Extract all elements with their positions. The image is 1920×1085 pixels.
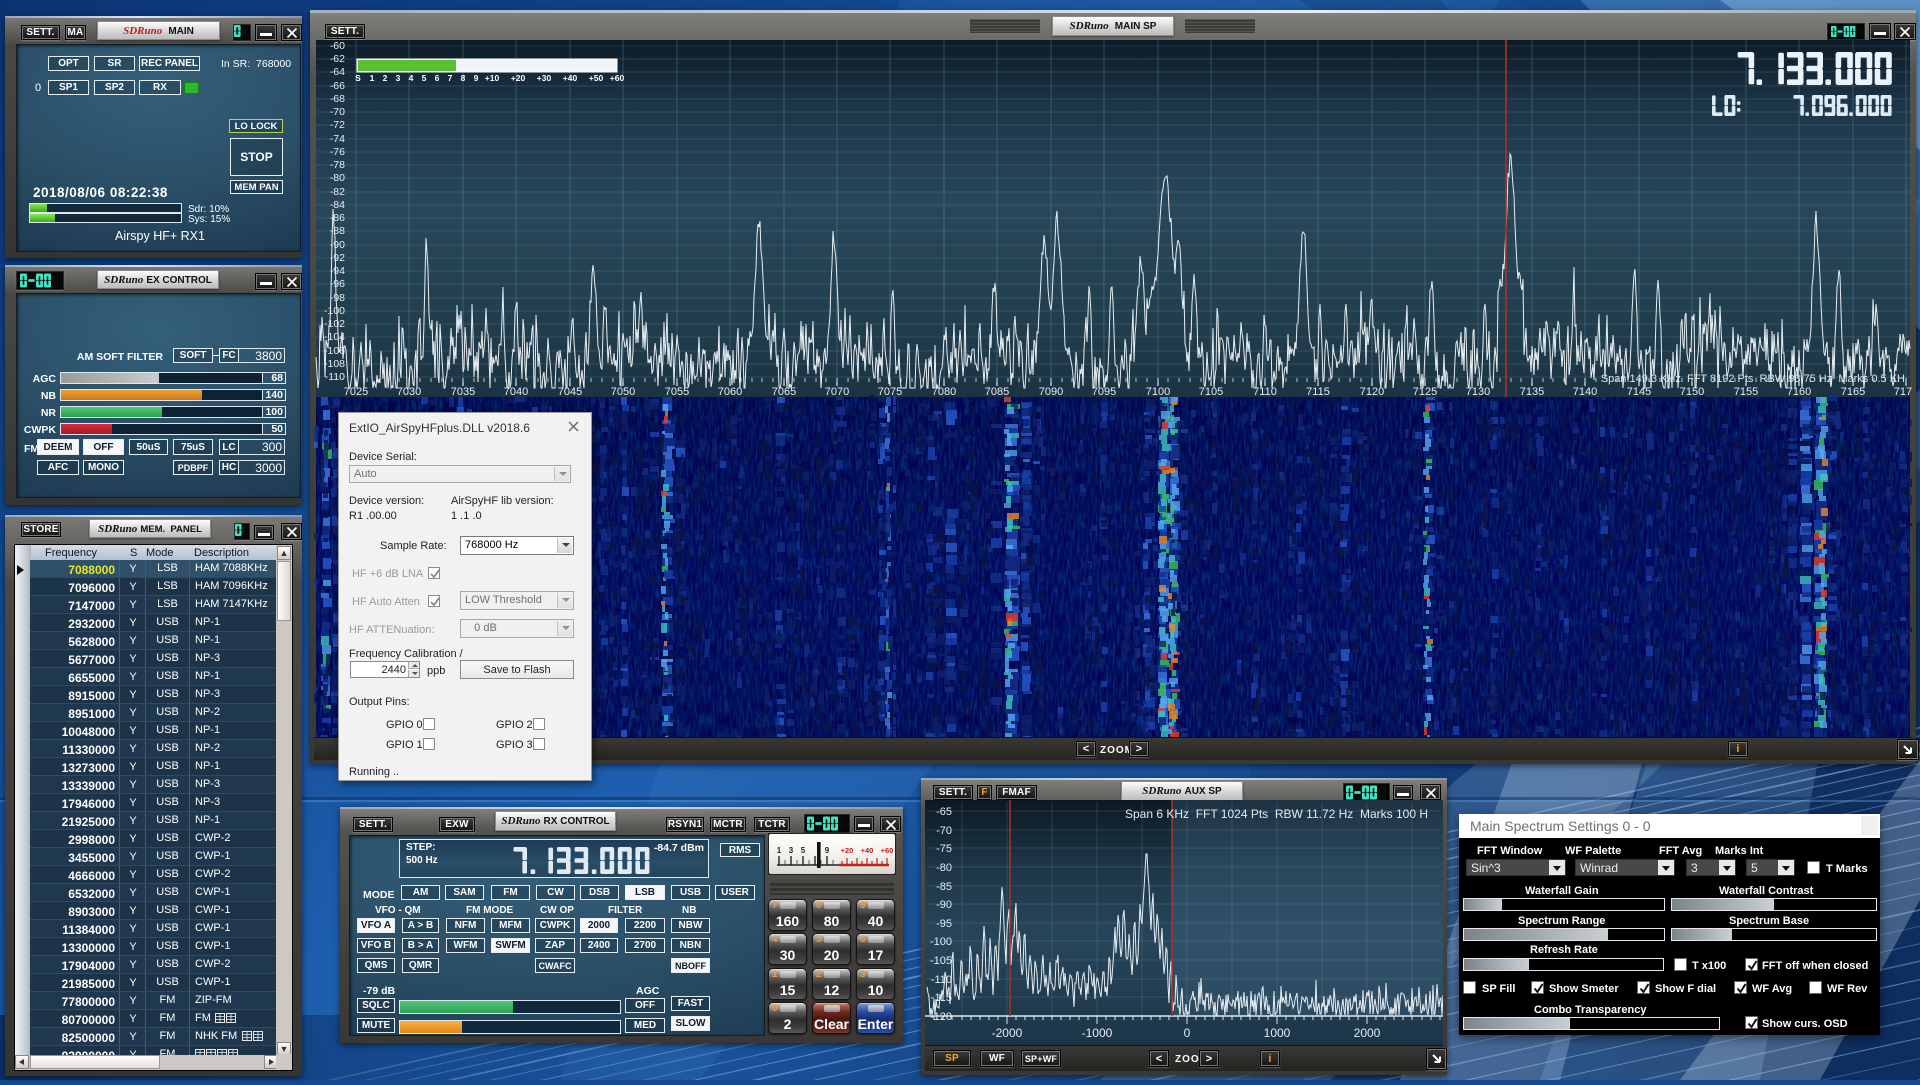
svg-text:-85: -85 bbox=[936, 881, 952, 893]
svg-text:-102: -102 bbox=[324, 318, 345, 330]
svg-text:-86: -86 bbox=[330, 212, 345, 224]
svg-text:-80: -80 bbox=[330, 172, 345, 184]
svg-text:7080: 7080 bbox=[932, 386, 956, 398]
svg-text:-68: -68 bbox=[330, 93, 345, 105]
svg-text:-105: -105 bbox=[930, 955, 952, 967]
svg-text:7065: 7065 bbox=[772, 386, 796, 398]
svg-text:+10: +10 bbox=[485, 73, 500, 83]
svg-text:-75: -75 bbox=[936, 843, 952, 855]
svg-text:1000: 1000 bbox=[1264, 1026, 1291, 1040]
svg-text:7135: 7135 bbox=[1520, 386, 1544, 398]
svg-text:5: 5 bbox=[422, 73, 427, 83]
svg-text:-60: -60 bbox=[330, 40, 345, 52]
svg-text:-80: -80 bbox=[936, 862, 952, 874]
svg-text:7035: 7035 bbox=[451, 386, 475, 398]
svg-text:Span 149.3 KHz FFT 8192 Pts: Span 149.3 KHz FFT 8192 Pts RBW 93.75 Hz… bbox=[1601, 373, 1905, 385]
svg-text:1: 1 bbox=[777, 846, 782, 855]
svg-text:7115: 7115 bbox=[1306, 386, 1330, 398]
svg-text:-64: -64 bbox=[330, 66, 345, 78]
svg-text:7145: 7145 bbox=[1627, 386, 1651, 398]
svg-text:-95: -95 bbox=[936, 918, 952, 930]
svg-text:+20: +20 bbox=[841, 846, 854, 855]
svg-text:-98: -98 bbox=[330, 292, 345, 304]
svg-text:5: 5 bbox=[801, 846, 806, 855]
svg-text:7105: 7105 bbox=[1199, 386, 1223, 398]
svg-text:-2000: -2000 bbox=[992, 1026, 1023, 1040]
svg-text:-82: -82 bbox=[330, 186, 345, 198]
svg-text:6: 6 bbox=[435, 73, 440, 83]
svg-text:7025: 7025 bbox=[344, 386, 368, 398]
svg-text:7140: 7140 bbox=[1573, 386, 1597, 398]
svg-text:9: 9 bbox=[825, 846, 830, 855]
svg-text:+30: +30 bbox=[537, 73, 552, 83]
svg-text:-92: -92 bbox=[330, 252, 345, 264]
svg-text:+40: +40 bbox=[563, 73, 578, 83]
svg-text:7155: 7155 bbox=[1734, 386, 1758, 398]
svg-text:7125: 7125 bbox=[1413, 386, 1437, 398]
svg-text:-108: -108 bbox=[324, 358, 345, 370]
svg-text:-88: -88 bbox=[330, 225, 345, 237]
svg-text:-106: -106 bbox=[324, 345, 345, 357]
svg-text:-1000: -1000 bbox=[1082, 1026, 1113, 1040]
svg-text:7090: 7090 bbox=[1039, 386, 1063, 398]
svg-text:-110: -110 bbox=[325, 371, 345, 383]
svg-text:-96: -96 bbox=[330, 278, 345, 290]
svg-text:Span 6 KHz FFT 1024 Pts RBW: Span 6 KHz FFT 1024 Pts RBW 11.72 Hz Mar… bbox=[1125, 807, 1428, 821]
svg-text:+20: +20 bbox=[511, 73, 526, 83]
svg-text:9: 9 bbox=[474, 73, 479, 83]
svg-text:7085: 7085 bbox=[985, 386, 1009, 398]
svg-text:3: 3 bbox=[396, 73, 401, 83]
svg-text:-110: -110 bbox=[931, 974, 952, 986]
svg-text:7170: 7170 bbox=[1894, 386, 1912, 398]
svg-text:7045: 7045 bbox=[558, 386, 582, 398]
svg-text:-72: -72 bbox=[330, 119, 345, 131]
svg-text:7075: 7075 bbox=[878, 386, 902, 398]
svg-text:1: 1 bbox=[370, 73, 375, 83]
svg-text:7160: 7160 bbox=[1787, 386, 1811, 398]
svg-text:-104: -104 bbox=[324, 331, 345, 343]
svg-text:-100: -100 bbox=[930, 936, 952, 948]
svg-text:0: 0 bbox=[1184, 1026, 1191, 1040]
svg-text:+60: +60 bbox=[881, 846, 894, 855]
svg-text:-120: -120 bbox=[930, 1011, 952, 1023]
svg-text:7110: 7110 bbox=[1253, 386, 1277, 398]
svg-text:+50: +50 bbox=[589, 73, 604, 83]
svg-text:+60: +60 bbox=[610, 73, 625, 83]
svg-text:7: 7 bbox=[448, 73, 453, 83]
svg-text:-66: -66 bbox=[330, 80, 345, 92]
svg-text:+40: +40 bbox=[861, 846, 874, 855]
svg-text:2000: 2000 bbox=[1354, 1026, 1381, 1040]
svg-text:S: S bbox=[355, 73, 361, 83]
svg-text:-100: -100 bbox=[324, 305, 345, 317]
svg-text:-70: -70 bbox=[330, 106, 345, 118]
svg-text:-94: -94 bbox=[330, 265, 345, 277]
svg-text:-76: -76 bbox=[330, 146, 345, 158]
svg-text:-74: -74 bbox=[330, 133, 345, 145]
svg-text:3: 3 bbox=[789, 846, 794, 855]
svg-text:4: 4 bbox=[409, 73, 414, 83]
svg-text:7055: 7055 bbox=[665, 386, 689, 398]
svg-text:7165: 7165 bbox=[1841, 386, 1865, 398]
svg-text:-78: -78 bbox=[330, 159, 345, 171]
svg-text:8: 8 bbox=[461, 73, 466, 83]
svg-text:7070: 7070 bbox=[825, 386, 849, 398]
svg-text:-70: -70 bbox=[936, 825, 952, 837]
svg-text:-90: -90 bbox=[936, 899, 952, 911]
svg-text:-65: -65 bbox=[936, 806, 952, 818]
svg-text:7100: 7100 bbox=[1146, 386, 1170, 398]
svg-text:-62: -62 bbox=[330, 53, 345, 65]
svg-text:-84: -84 bbox=[330, 199, 345, 211]
svg-text:-90: -90 bbox=[330, 239, 345, 251]
svg-text:-115: -115 bbox=[931, 992, 952, 1004]
svg-text:2: 2 bbox=[383, 73, 388, 83]
